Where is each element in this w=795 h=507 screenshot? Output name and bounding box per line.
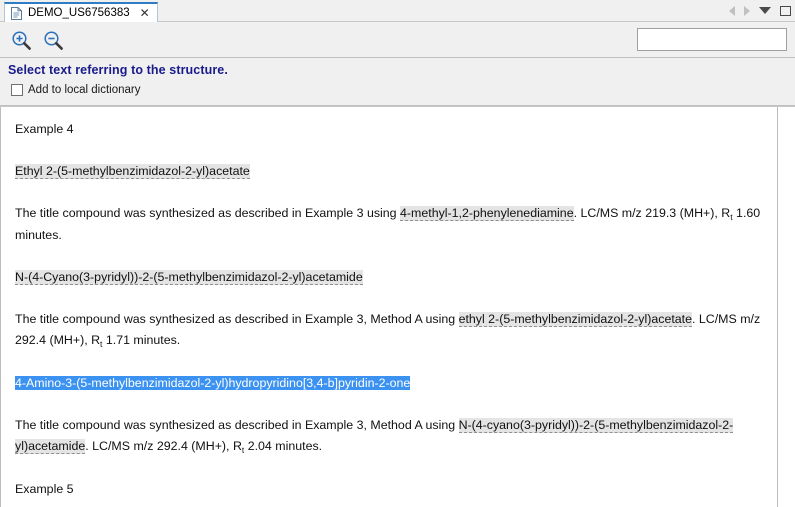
example-5-label: Example 5 [15, 482, 74, 496]
heading-example-4: Example 4 [15, 119, 765, 140]
compound-heading-1: Ethyl 2-(5-methylbenzimidazol-2-yl)aceta… [15, 161, 765, 182]
subscript-t-1: t [730, 212, 732, 222]
tab-label: DEMO_US6756383 [28, 7, 130, 19]
chemical-entity-phenylenediamine[interactable]: 4-methyl-1,2-phenylenediamine [400, 206, 574, 221]
tab-demo-document[interactable]: DEMO_US6756383 ✕ [4, 2, 158, 22]
chemical-entity-ethyl-acetate-heading[interactable]: Ethyl 2-(5-methylbenzimidazol-2-yl)aceta… [15, 164, 250, 179]
search-input[interactable] [637, 28, 787, 51]
tab-strip-controls [729, 0, 791, 21]
paragraph-1-text-b: . LC/MS m/z 219.3 (MH+), R [574, 206, 731, 220]
heading-example-5: Example 5 [15, 479, 765, 500]
application-window: DEMO_US6756383 ✕ [0, 0, 795, 507]
toolbar [0, 22, 795, 58]
selected-compound-heading: 4-Amino-3-(5-methylbenzimidazol-2-yl)hyd… [15, 373, 765, 394]
selected-text-highlight[interactable]: 4-Amino-3-(5-methylbenzimidazol-2-yl)hyd… [15, 376, 410, 390]
paragraph-2: The title compound was synthesized as de… [15, 309, 765, 352]
add-to-local-dictionary-checkbox[interactable] [11, 84, 23, 96]
document-text[interactable]: Example 4 Ethyl 2-(5-methylbenzimidazol-… [15, 107, 765, 507]
subscript-t-3: t [242, 445, 244, 455]
paragraph-3-text-b: . LC/MS m/z 292.4 (MH+), R [85, 439, 242, 453]
paragraph-1: The title compound was synthesized as de… [15, 203, 765, 246]
add-to-dictionary-row[interactable]: Add to local dictionary [11, 84, 141, 96]
example-4-label: Example 4 [15, 122, 74, 136]
add-to-local-dictionary-label: Add to local dictionary [28, 84, 141, 96]
zoom-out-icon[interactable] [40, 28, 66, 52]
paragraph-3-text-a: The title compound was synthesized as de… [15, 418, 459, 432]
paragraph-2-text-a: The title compound was synthesized as de… [15, 312, 459, 326]
chemical-entity-acetamide-heading[interactable]: N-(4-Cyano(3-pyridyl))-2-(5-methylbenzim… [15, 270, 363, 285]
triangle-left-icon[interactable] [729, 6, 735, 16]
pane-left-border [0, 107, 1, 507]
chevron-down-icon[interactable] [759, 7, 771, 14]
document-icon [11, 7, 22, 20]
zoom-in-icon[interactable] [8, 28, 34, 52]
paragraph-3: The title compound was synthesized as de… [15, 415, 765, 458]
search-field-wrapper [637, 28, 787, 51]
compound-heading-2: N-(4-Cyano(3-pyridyl))-2-(5-methylbenzim… [15, 267, 765, 288]
document-pane[interactable]: Example 4 Ethyl 2-(5-methylbenzimidazol-… [0, 106, 795, 507]
chemical-entity-ethyl-acetate-inline[interactable]: ethyl 2-(5-methylbenzimidazol-2-yl)aceta… [459, 312, 692, 327]
prompt-bar: Select text referring to the structure. … [0, 58, 795, 106]
paragraph-1-text-a: The title compound was synthesized as de… [15, 206, 400, 220]
paragraph-3-text-c: 2.04 minutes. [244, 439, 322, 453]
pane-right-border [777, 107, 778, 507]
triangle-right-icon[interactable] [744, 6, 750, 16]
paragraph-2-text-c: 1.71 minutes. [102, 333, 180, 347]
close-icon[interactable]: ✕ [140, 7, 150, 19]
maximize-icon[interactable] [780, 6, 791, 16]
prompt-title: Select text referring to the structure. [8, 63, 228, 77]
tab-strip: DEMO_US6756383 ✕ [0, 0, 795, 22]
